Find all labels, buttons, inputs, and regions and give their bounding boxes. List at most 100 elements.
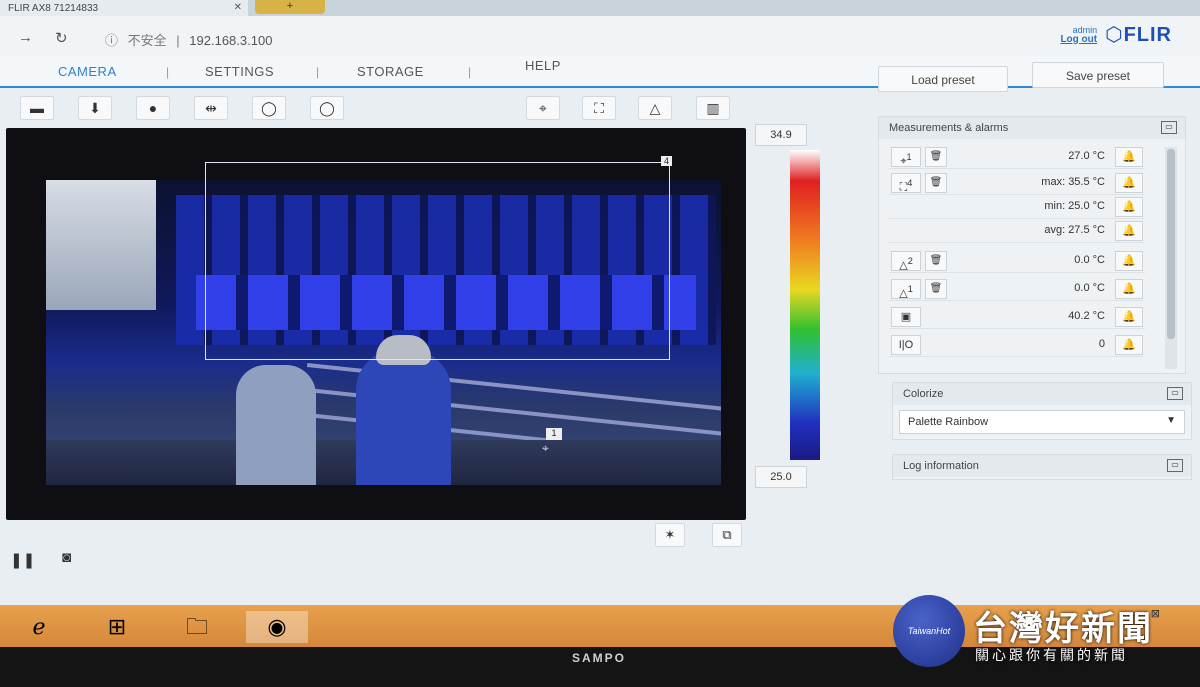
browser-tab-title: FLIR AX8 71214833: [8, 3, 99, 14]
alarm-bell-icon[interactable]: 🔔: [1115, 335, 1143, 355]
more-tools-icon[interactable]: ▥: [696, 96, 730, 120]
delete-icon[interactable]: 🗑: [925, 173, 947, 193]
collapse-icon[interactable]: ▭: [1161, 121, 1177, 134]
io-value: 0: [1098, 338, 1105, 350]
video-frame: 4 1 ⌖: [6, 128, 746, 520]
zoom-out-icon[interactable]: ◯: [310, 96, 344, 120]
delete-icon[interactable]: 🗑: [925, 279, 947, 299]
internal-temp-value: 40.2 °C: [1068, 310, 1105, 322]
brand-area: admin Log out ⬡FLIR: [1060, 22, 1172, 47]
file-explorer-icon[interactable]: 🗀: [166, 611, 228, 643]
close-icon[interactable]: ✕: [234, 2, 242, 13]
io-icon[interactable]: I|O: [891, 335, 921, 355]
browser-tabstrip: FLIR AX8 71214833 ✕ +: [0, 0, 1200, 16]
measurements-scrollbar[interactable]: [1165, 147, 1177, 369]
delta-icon[interactable]: △2: [891, 251, 921, 272]
alarm-bell-icon[interactable]: 🔔: [1115, 279, 1143, 299]
flir-logo-text: FLIR: [1123, 24, 1172, 46]
focus-icon[interactable]: ⇹: [194, 96, 228, 120]
user-info: admin Log out: [1060, 24, 1098, 44]
chrome-icon[interactable]: ◉: [246, 611, 308, 643]
logout-link[interactable]: Log out: [1060, 34, 1097, 44]
measurement-spot-id[interactable]: 1: [546, 428, 562, 440]
flir-logo-mark: ⬡: [1105, 24, 1124, 46]
fullscreen-icon[interactable]: ⧉: [712, 523, 742, 547]
measurement-row-internal: ▣ 40.2 °C 🔔: [889, 305, 1145, 329]
watermark-title: 台灣好新聞: [973, 610, 1153, 648]
alarm-bell-icon[interactable]: 🔔: [1115, 147, 1143, 167]
delete-icon[interactable]: 🗑: [925, 251, 947, 271]
thermometer-icon[interactable]: ▣: [891, 307, 921, 327]
add-delta-icon[interactable]: △: [638, 96, 672, 120]
box-icon[interactable]: ⛶4: [891, 173, 921, 194]
user-name: admin: [1072, 24, 1098, 35]
url-text: 192.168.3.100: [189, 33, 273, 48]
delete-icon[interactable]: 🗑: [925, 147, 947, 167]
calibrate-icon[interactable]: ✶: [655, 523, 685, 547]
camera-snapshot-icon[interactable]: ◙: [62, 549, 71, 566]
display-mode-icon[interactable]: ▬: [20, 96, 54, 120]
zoom-in-icon[interactable]: ◯: [252, 96, 286, 120]
spot-icon[interactable]: ⌖1: [891, 147, 921, 168]
tab-storage[interactable]: STORAGE: [357, 64, 424, 79]
measurement-row-box-avg: avg: 27.5 °C 🔔: [889, 219, 1145, 243]
camera-toolbar: ▬ ⬇ ● ⇹ ◯ ◯ ⌖ ⛶ △ ▥: [0, 90, 860, 124]
nav-separator: |: [166, 65, 170, 79]
delta-icon[interactable]: △1: [891, 279, 921, 300]
scrollbar-thumb[interactable]: [1167, 149, 1175, 339]
forward-icon[interactable]: →: [18, 29, 33, 46]
add-spot-icon[interactable]: ⌖: [526, 96, 560, 120]
info-icon: ⓘ: [105, 33, 119, 48]
save-preset-button[interactable]: Save preset: [1032, 62, 1164, 88]
box-min-value: min: 25.0 °C: [1044, 200, 1105, 212]
load-preset-button[interactable]: Load preset: [878, 66, 1008, 92]
url-divider: |: [176, 33, 180, 48]
tab-camera[interactable]: CAMERA: [58, 64, 117, 79]
download-icon[interactable]: ⬇: [78, 96, 112, 120]
new-tab-button[interactable]: +: [255, 0, 325, 14]
box-max-value: max: 35.5 °C: [1041, 176, 1105, 188]
chevron-down-icon: ▼: [1166, 415, 1176, 426]
lamp-icon[interactable]: ●: [136, 96, 170, 120]
alarm-bell-icon[interactable]: 🔔: [1115, 251, 1143, 271]
alarm-bell-icon[interactable]: 🔔: [1115, 197, 1143, 217]
scale-min[interactable]: 25.0: [755, 466, 807, 488]
watermark-logo: TaiwanHot: [893, 595, 965, 667]
measurement-box-id: 4: [660, 156, 672, 166]
palette-selected: Palette Rainbow: [908, 416, 989, 428]
palette-select[interactable]: Palette Rainbow ▼: [899, 410, 1185, 434]
store-icon[interactable]: ⊞: [86, 611, 148, 643]
spot-value: 27.0 °C: [1068, 150, 1105, 162]
screen: FLIR AX8 71214833 ✕ + → ↻ ⓘ 不安全 | 192.16…: [0, 0, 1200, 620]
nav-separator: |: [468, 65, 472, 79]
browser-tab[interactable]: FLIR AX8 71214833 ✕: [0, 0, 248, 16]
log-title: Log information: [903, 460, 979, 472]
colorize-panel: Colorize ▭ Palette Rainbow ▼: [892, 382, 1192, 440]
video-person: [356, 350, 451, 485]
alarm-bell-icon[interactable]: 🔔: [1115, 173, 1143, 193]
reload-icon[interactable]: ↻: [55, 29, 68, 47]
colorize-header[interactable]: Colorize ▭: [893, 383, 1191, 405]
add-box-icon[interactable]: ⛶: [582, 96, 616, 120]
measurement-row-io: I|O 0 🔔: [889, 333, 1145, 357]
spot-id: 1: [906, 152, 912, 162]
tab-settings[interactable]: SETTINGS: [205, 64, 274, 79]
watermark: TaiwanHot 台灣好新聞 關心跟你有關的新聞: [893, 595, 1193, 670]
nav-separator: |: [316, 65, 320, 79]
collapse-icon[interactable]: ▭: [1167, 459, 1183, 472]
collapse-icon[interactable]: ▭: [1167, 387, 1183, 400]
colorize-title: Colorize: [903, 388, 944, 400]
pause-icon[interactable]: ❚❚: [10, 551, 35, 569]
tab-help[interactable]: HELP: [525, 58, 561, 73]
url-field[interactable]: ⓘ 不安全 | 192.168.3.100: [105, 30, 272, 49]
log-header[interactable]: Log information ▭: [893, 455, 1191, 477]
delta-2-value: 0.0 °C: [1074, 254, 1105, 266]
measurement-box[interactable]: 4: [205, 156, 672, 360]
measurements-header[interactable]: Measurements & alarms ▭: [879, 117, 1185, 139]
measurements-title: Measurements & alarms: [889, 122, 1009, 134]
ie-icon[interactable]: ℯ: [8, 611, 70, 643]
alarm-bell-icon[interactable]: 🔔: [1115, 221, 1143, 241]
delta-id: 2: [907, 256, 913, 266]
scale-max[interactable]: 34.9: [755, 124, 807, 146]
alarm-bell-icon[interactable]: 🔔: [1115, 307, 1143, 327]
